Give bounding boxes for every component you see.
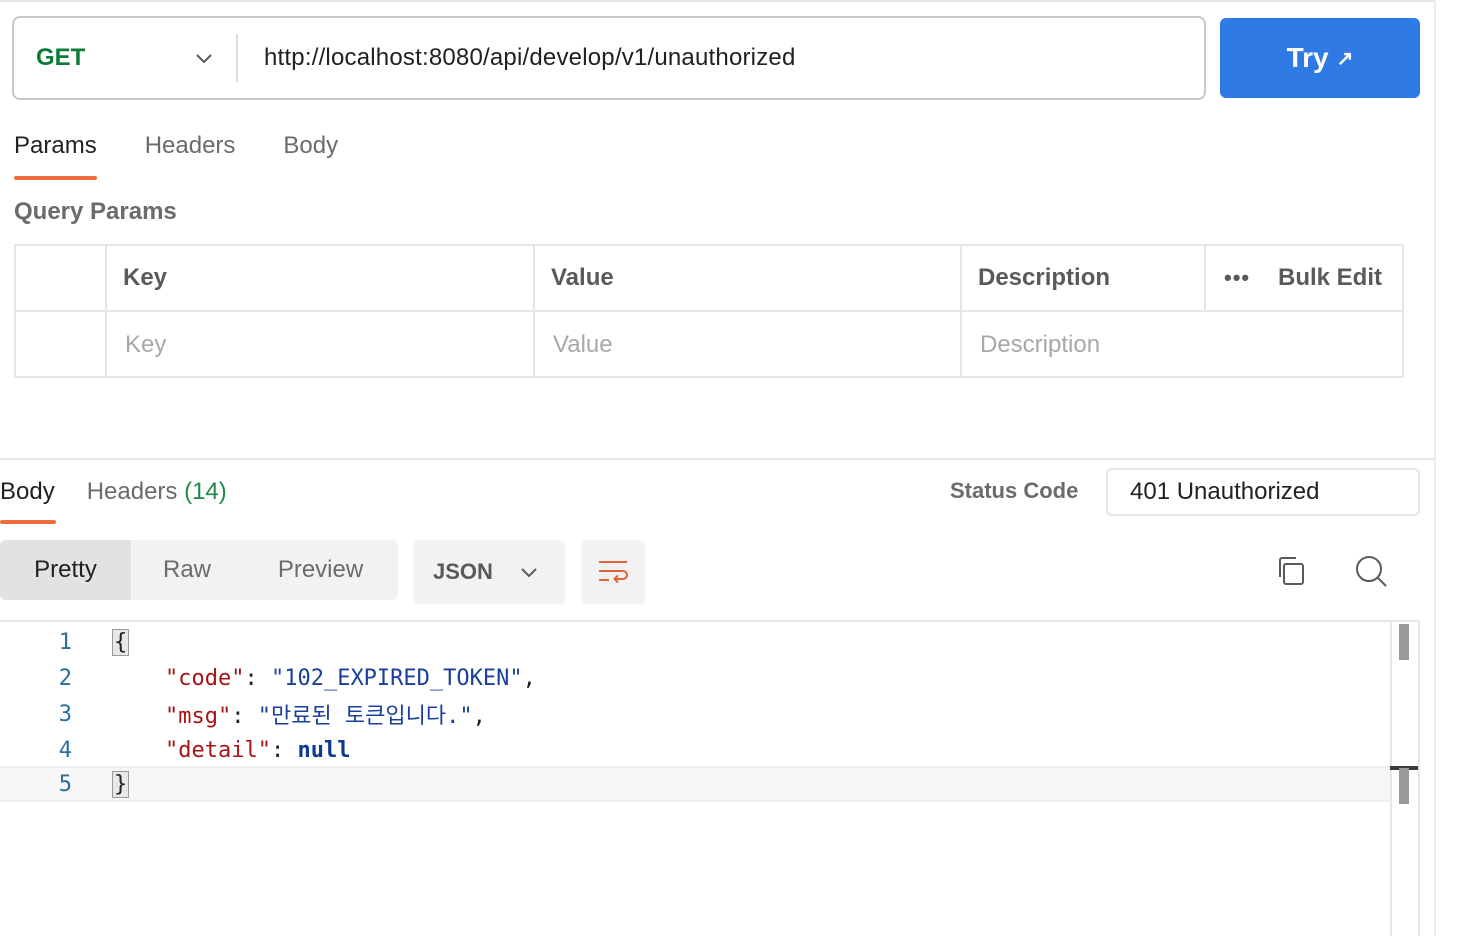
column-header-value: Value	[551, 264, 614, 291]
value-input[interactable]: Value	[553, 312, 613, 378]
json-null-value: null	[297, 737, 351, 763]
headers-count-badge: (14)	[184, 478, 227, 505]
scrollbar-thumb[interactable]	[1399, 624, 1409, 660]
view-mode-group: Pretty Raw Preview	[0, 540, 398, 600]
tab-response-headers[interactable]: Headers (14)	[87, 474, 227, 524]
chevron-down-icon	[196, 54, 212, 64]
view-preview-button[interactable]: Preview	[243, 540, 398, 600]
copy-icon[interactable]	[1276, 555, 1308, 587]
try-label: Try	[1286, 42, 1329, 73]
column-divider	[105, 312, 107, 378]
json-string-value: "만료된 토큰입니다."	[257, 704, 473, 729]
code-line-active: 5 }	[0, 766, 1390, 802]
column-header-key: Key	[123, 264, 168, 291]
table-header-row: Key Value Description ••• Bulk Edit	[16, 246, 1402, 312]
method-select[interactable]: GET	[14, 18, 236, 98]
line-number: 1	[58, 629, 72, 655]
table-row: Key Value Description	[16, 312, 1402, 378]
column-header-description: Description	[978, 264, 1111, 291]
view-raw-button[interactable]: Raw	[131, 540, 243, 600]
column-divider	[960, 312, 962, 378]
json-key: "msg"	[164, 704, 232, 729]
line-number: 3	[58, 701, 72, 727]
wrap-lines-icon	[599, 561, 628, 584]
try-button[interactable]: Try ↗	[1220, 18, 1420, 98]
tab-headers[interactable]: Headers	[145, 128, 236, 180]
search-icon[interactable]	[1354, 554, 1388, 588]
column-divider	[1204, 246, 1206, 310]
key-input[interactable]: Key	[125, 312, 166, 378]
editor-scrollbar-border	[1418, 622, 1420, 936]
tab-params[interactable]: Params	[14, 128, 97, 180]
column-divider	[105, 246, 107, 310]
status-code-label: Status Code	[950, 478, 1079, 503]
right-border	[1434, 0, 1436, 936]
tab-body[interactable]: Body	[283, 128, 338, 180]
chevron-down-icon	[521, 568, 537, 578]
more-options-icon[interactable]: •••	[1224, 246, 1250, 310]
response-code-editor[interactable]: 1 { 2 "code": "102_EXPIRED_TOKEN", 3 "ms…	[0, 620, 1420, 936]
bulk-edit-button[interactable]: Bulk Edit	[1278, 246, 1382, 310]
scrollbar-thumb[interactable]	[1399, 768, 1409, 804]
request-tabs: Params Headers Body	[14, 128, 386, 180]
format-select[interactable]: JSON	[413, 540, 565, 604]
code-line: 2 "code": "102_EXPIRED_TOKEN",	[0, 660, 1390, 696]
code-line: 3 "msg": "만료된 토큰입니다.",	[0, 696, 1390, 732]
method-label: GET	[36, 44, 86, 71]
close-brace: }	[112, 770, 130, 798]
column-divider	[533, 246, 535, 310]
wrap-lines-button[interactable]	[581, 540, 645, 604]
url-input[interactable]: http://localhost:8080/api/develop/v1/una…	[238, 44, 796, 72]
response-headers-label: Headers	[86, 478, 178, 505]
request-url-bar: GET http://localhost:8080/api/develop/v1…	[12, 16, 1206, 100]
editor-gutter-border	[1390, 622, 1392, 936]
json-string-value: "102_EXPIRED_TOKEN"	[270, 665, 523, 691]
description-input[interactable]: Description	[980, 312, 1100, 378]
status-code-value: 401 Unauthorized	[1106, 468, 1420, 516]
code-line: 1 {	[0, 624, 1390, 660]
format-label: JSON	[433, 559, 493, 584]
json-key: "detail"	[164, 737, 271, 763]
query-params-table: Key Value Description ••• Bulk Edit Key …	[14, 244, 1404, 378]
top-border	[0, 0, 1434, 2]
column-divider	[960, 246, 962, 310]
query-params-label: Query Params	[14, 198, 177, 225]
line-number: 4	[58, 737, 72, 763]
external-arrow-icon: ↗	[1336, 47, 1354, 70]
code-line: 4 "detail": null	[0, 732, 1390, 768]
view-pretty-button[interactable]: Pretty	[0, 540, 131, 600]
response-tabs: Body Headers (14)	[0, 474, 259, 524]
pane-divider[interactable]	[0, 458, 1434, 460]
line-number: 5	[58, 771, 72, 797]
open-brace: {	[112, 628, 130, 656]
tab-response-body[interactable]: Body	[0, 474, 56, 524]
json-key: "code"	[164, 665, 245, 691]
line-number: 2	[58, 665, 72, 691]
column-divider	[533, 312, 535, 378]
